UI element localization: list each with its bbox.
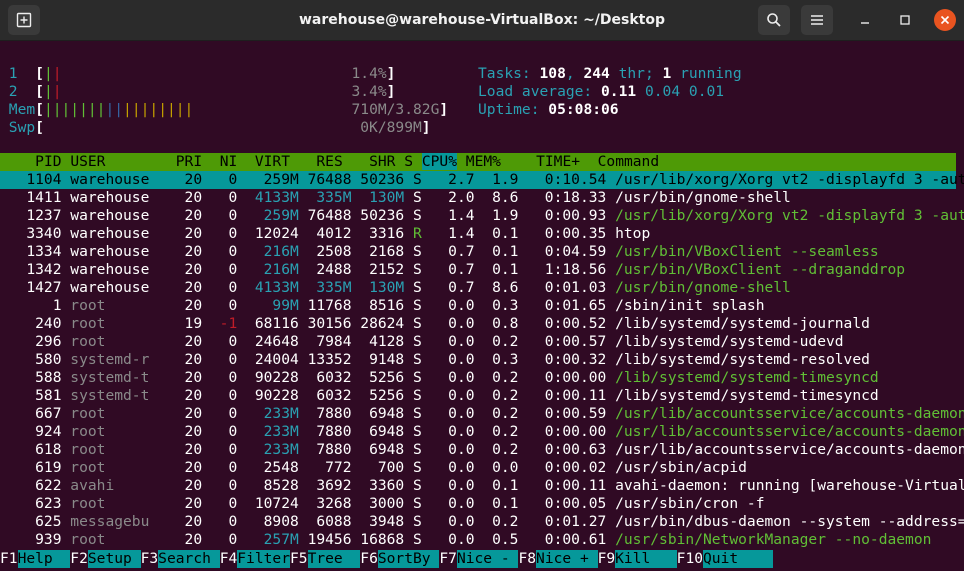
sorted-column-cpu: CPU% (421, 153, 457, 170)
fkey-f8[interactable]: F8 (518, 550, 536, 567)
process-row[interactable]: 939 root 20 0 257M 19456 16868 S 0.0 0.5… (0, 531, 931, 549)
fkey-label[interactable]: SortBy (377, 550, 440, 568)
process-table-header[interactable]: PID USER PRI NI VIRT RES SHR S CPU% MEM%… (0, 153, 956, 171)
cpu2-meter: 2 [|| 3.4%] (8, 83, 396, 100)
process-row[interactable]: 1427 warehouse 20 0 4133M 335M 130M S 0.… (0, 279, 791, 297)
process-row[interactable]: 667 root 20 0 233M 7880 6948 S 0.0 0.2 0… (0, 405, 964, 423)
fkey-label[interactable]: Nice - (456, 550, 519, 568)
fkey-f9[interactable]: F9 (598, 550, 616, 567)
hamburger-menu-icon (811, 15, 823, 25)
fkey-label[interactable]: Nice + (536, 550, 598, 568)
process-row[interactable]: 1411 warehouse 20 0 4133M 335M 130M S 2.… (0, 189, 791, 207)
close-icon (940, 15, 950, 25)
process-row[interactable]: 581 systemd-t 20 0 90228 6032 5256 S 0.0… (0, 387, 879, 405)
title-bar: warehouse@warehouse-VirtualBox: ~/Deskto… (0, 0, 964, 41)
minimize-button[interactable] (855, 10, 875, 30)
fkey-label[interactable]: Kill (615, 550, 677, 568)
maximize-button[interactable] (895, 10, 915, 30)
swp-meter: Swp[ 0K/899M] (8, 119, 431, 136)
process-row[interactable]: 580 systemd-r 20 0 24004 13352 9148 S 0.… (0, 351, 870, 369)
minimize-icon (861, 22, 869, 24)
process-row[interactable]: 588 systemd-t 20 0 90228 6032 5256 S 0.0… (0, 369, 879, 387)
fkey-label[interactable]: Setup (87, 550, 141, 568)
process-row[interactable]: 1 root 20 0 99M 11768 8516 S 0.0 0.3 0:0… (0, 297, 765, 315)
process-row[interactable]: 296 root 20 0 24648 7984 4128 S 0.0 0.2 … (0, 333, 843, 351)
fkey-f3[interactable]: F3 (141, 550, 159, 567)
fkey-f5[interactable]: F5 (290, 550, 308, 567)
mem-meter: Mem[||||||||||||||||| 710M/3.82G] (8, 101, 449, 118)
fkey-label[interactable]: Search (158, 550, 220, 568)
load-average: Load average: 0.11 0.04 0.01 (478, 83, 725, 100)
fkey-f1[interactable]: F1 (0, 550, 18, 567)
close-button[interactable] (934, 9, 956, 31)
fkey-f6[interactable]: F6 (360, 550, 378, 567)
fkey-f10[interactable]: F10 (677, 550, 703, 567)
cpu1-meter: 1 [|| 1.4%] (8, 65, 396, 82)
uptime: Uptime: 05:08:06 (478, 101, 619, 118)
process-row[interactable]: 619 root 20 0 2548 772 700 S 0.0 0.0 0:0… (0, 459, 747, 477)
fkey-label[interactable]: Tree (307, 550, 361, 568)
function-key-bar: F1Help F2Setup F3Search F4FilterF5Tree F… (0, 550, 964, 568)
process-row[interactable]: 1237 warehouse 20 0 259M 76488 50236 S 1… (0, 207, 964, 225)
process-row[interactable]: 924 root 20 0 233M 7880 6948 S 0.0 0.2 0… (0, 423, 964, 441)
tasks-summary: Tasks: 108, 244 thr; 1 running (478, 65, 742, 82)
fkey-f2[interactable]: F2 (70, 550, 88, 567)
maximize-icon (900, 15, 910, 25)
process-row[interactable]: 1342 warehouse 20 0 216M 2488 2152 S 0.7… (0, 261, 905, 279)
menu-button[interactable] (801, 5, 833, 35)
process-row[interactable]: 625 messagebu 20 0 8908 6088 3948 S 0.0 … (0, 513, 964, 531)
process-row[interactable]: 618 root 20 0 233M 7880 6948 S 0.0 0.2 0… (0, 441, 964, 459)
fkey-f4[interactable]: F4 (220, 550, 238, 567)
fkey-label[interactable]: Quit (703, 550, 774, 568)
search-button[interactable] (758, 5, 790, 35)
process-row[interactable]: 622 avahi 20 0 8528 3692 3360 S 0.0 0.1 … (0, 477, 964, 495)
search-icon (767, 13, 781, 27)
process-row[interactable]: 1334 warehouse 20 0 216M 2508 2168 S 0.7… (0, 243, 878, 261)
process-row[interactable]: 240 root 19 -1 68116 30156 28624 S 0.0 0… (0, 315, 870, 333)
fkey-label[interactable]: Help (17, 550, 71, 568)
terminal-area[interactable]: 1 [|| 1.4%] 2 [|| 3.4%] Mem[||||||||||||… (0, 41, 964, 571)
fkey-label[interactable]: Filter (237, 550, 290, 568)
process-row[interactable]: 623 root 20 0 10724 3268 3000 S 0.0 0.1 … (0, 495, 764, 513)
process-row[interactable]: 1104 warehouse 20 0 259M 76488 50236 S 2… (0, 171, 964, 189)
fkey-f7[interactable]: F7 (439, 550, 457, 567)
process-row[interactable]: 3340 warehouse 20 0 12024 4012 3316 R 1.… (0, 225, 650, 243)
